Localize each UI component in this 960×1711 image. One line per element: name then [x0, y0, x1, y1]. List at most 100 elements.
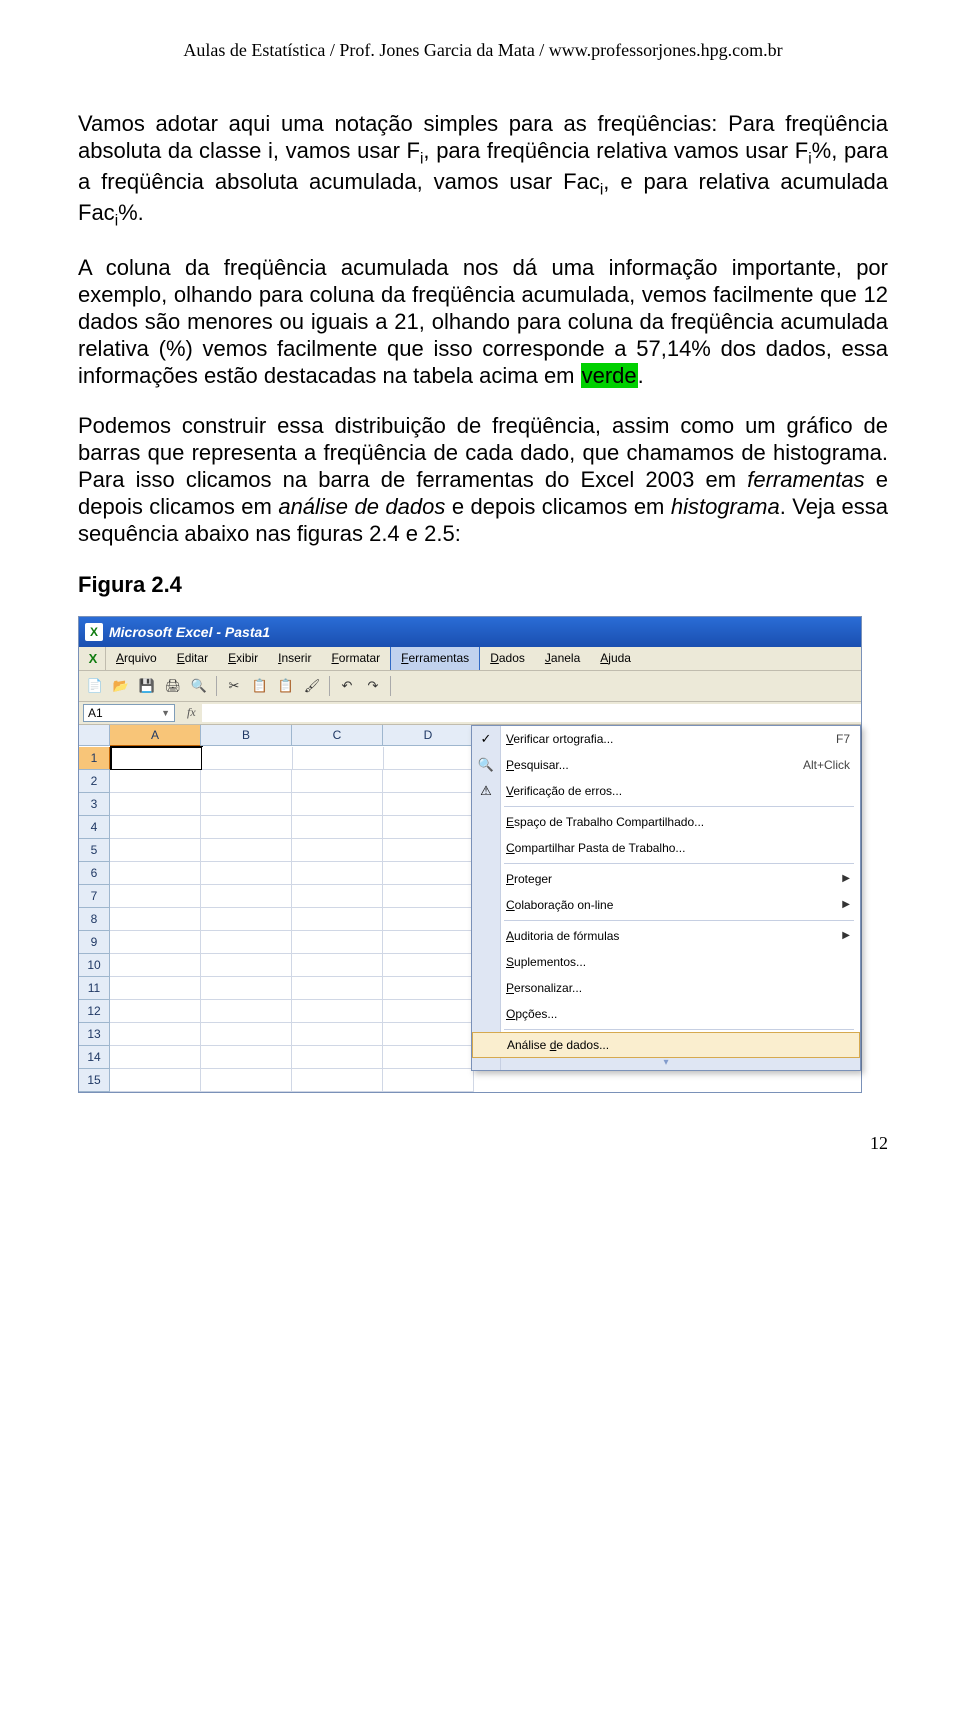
cell-A3[interactable]: [110, 793, 201, 816]
cell-D3[interactable]: [383, 793, 474, 816]
toolbar-button[interactable]: ✂: [222, 674, 246, 698]
cell-B9[interactable]: [201, 931, 292, 954]
toolbar-button[interactable]: ↷: [361, 674, 385, 698]
cell-A12[interactable]: [110, 1000, 201, 1023]
row-header-7[interactable]: 7: [79, 885, 110, 908]
cell-B10[interactable]: [201, 954, 292, 977]
row-header-14[interactable]: 14: [79, 1046, 110, 1069]
col-header-A[interactable]: A: [110, 725, 201, 747]
name-box[interactable]: A1 ▼: [83, 704, 175, 722]
cell-B7[interactable]: [201, 885, 292, 908]
cell-C8[interactable]: [292, 908, 383, 931]
row-header-10[interactable]: 10: [79, 954, 110, 977]
cell-C15[interactable]: [292, 1069, 383, 1092]
cell-D8[interactable]: [383, 908, 474, 931]
toolbar-button[interactable]: 💾: [135, 674, 159, 698]
menu-item[interactable]: ⚠Verificação de erros...: [472, 778, 860, 804]
cell-D15[interactable]: [383, 1069, 474, 1092]
cell-A11[interactable]: [110, 977, 201, 1000]
toolbar-button[interactable]: 🔍: [187, 674, 211, 698]
menu-item[interactable]: 🔍Pesquisar...Alt+Click: [472, 752, 860, 778]
cell-A8[interactable]: [110, 908, 201, 931]
col-header-C[interactable]: C: [292, 725, 383, 746]
cell-A14[interactable]: [110, 1046, 201, 1069]
formula-bar[interactable]: [202, 704, 861, 722]
cell-D1[interactable]: [384, 747, 475, 770]
menu-ferramentas[interactable]: Ferramentas: [390, 647, 480, 670]
cell-D14[interactable]: [383, 1046, 474, 1069]
row-header-2[interactable]: 2: [79, 770, 110, 793]
row-header-4[interactable]: 4: [79, 816, 110, 839]
cell-D5[interactable]: [383, 839, 474, 862]
cell-C1[interactable]: [293, 747, 384, 770]
row-header-8[interactable]: 8: [79, 908, 110, 931]
row-header-5[interactable]: 5: [79, 839, 110, 862]
cell-B1[interactable]: [202, 747, 293, 770]
row-header-15[interactable]: 15: [79, 1069, 110, 1092]
menu-item[interactable]: ✓Verificar ortografia...F7: [472, 726, 860, 752]
cell-C10[interactable]: [292, 954, 383, 977]
toolbar-button[interactable]: ↶: [335, 674, 359, 698]
worksheet-grid[interactable]: ABCD 123456789101112131415: [79, 725, 475, 1092]
cell-C5[interactable]: [292, 839, 383, 862]
fx-label[interactable]: fx: [187, 705, 196, 720]
cell-D9[interactable]: [383, 931, 474, 954]
cell-B5[interactable]: [201, 839, 292, 862]
col-header-B[interactable]: B: [201, 725, 292, 746]
cell-C13[interactable]: [292, 1023, 383, 1046]
cell-C12[interactable]: [292, 1000, 383, 1023]
cell-B6[interactable]: [201, 862, 292, 885]
cell-D4[interactable]: [383, 816, 474, 839]
cell-B2[interactable]: [201, 770, 292, 793]
cell-B15[interactable]: [201, 1069, 292, 1092]
menu-item[interactable]: Colaboração on-line▶: [472, 892, 860, 918]
cell-A5[interactable]: [110, 839, 201, 862]
row-header-9[interactable]: 9: [79, 931, 110, 954]
menu-item[interactable]: Opções...: [472, 1001, 860, 1027]
menu-item[interactable]: Compartilhar Pasta de Trabalho...: [472, 835, 860, 861]
row-header-6[interactable]: 6: [79, 862, 110, 885]
toolbar-button[interactable]: 📋: [248, 674, 272, 698]
cell-C11[interactable]: [292, 977, 383, 1000]
menu-item[interactable]: Espaço de Trabalho Compartilhado...: [472, 809, 860, 835]
menu-formatar[interactable]: Formatar: [321, 647, 390, 670]
col-header-D[interactable]: D: [383, 725, 474, 746]
cell-C2[interactable]: [292, 770, 383, 793]
cell-A13[interactable]: [110, 1023, 201, 1046]
row-header-1[interactable]: 1: [79, 747, 111, 770]
toolbar-button[interactable]: 📂: [109, 674, 133, 698]
cell-B11[interactable]: [201, 977, 292, 1000]
menu-ajuda[interactable]: Ajuda: [590, 647, 641, 670]
row-header-3[interactable]: 3: [79, 793, 110, 816]
menu-editar[interactable]: Editar: [167, 647, 218, 670]
menu-arquivo[interactable]: Arquivo: [106, 647, 167, 670]
toolbar-button[interactable]: 📋: [274, 674, 298, 698]
toolbar-button[interactable]: 🖨: [161, 674, 185, 698]
cell-A4[interactable]: [110, 816, 201, 839]
menu-item[interactable]: Suplementos...: [472, 949, 860, 975]
cell-D11[interactable]: [383, 977, 474, 1000]
toolbar-button[interactable]: 🖌: [300, 674, 324, 698]
cell-D2[interactable]: [383, 770, 474, 793]
toolbar-button[interactable]: 📄: [83, 674, 107, 698]
cell-B13[interactable]: [201, 1023, 292, 1046]
row-header-13[interactable]: 13: [79, 1023, 110, 1046]
cell-A9[interactable]: [110, 931, 201, 954]
menu-item[interactable]: Auditoria de fórmulas▶: [472, 923, 860, 949]
cell-B4[interactable]: [201, 816, 292, 839]
cell-C14[interactable]: [292, 1046, 383, 1069]
cell-B3[interactable]: [201, 793, 292, 816]
workbook-icon[interactable]: X: [81, 647, 106, 670]
menu-inserir[interactable]: Inserir: [268, 647, 321, 670]
menu-item[interactable]: Proteger▶: [472, 866, 860, 892]
cell-A15[interactable]: [110, 1069, 201, 1092]
cell-B12[interactable]: [201, 1000, 292, 1023]
select-all-corner[interactable]: [79, 725, 110, 746]
cell-A6[interactable]: [110, 862, 201, 885]
cell-A1[interactable]: [111, 747, 202, 770]
chevron-down-icon[interactable]: ▼: [161, 708, 170, 718]
cell-D12[interactable]: [383, 1000, 474, 1023]
cell-D6[interactable]: [383, 862, 474, 885]
menu-dados[interactable]: Dados: [480, 647, 535, 670]
cell-A7[interactable]: [110, 885, 201, 908]
